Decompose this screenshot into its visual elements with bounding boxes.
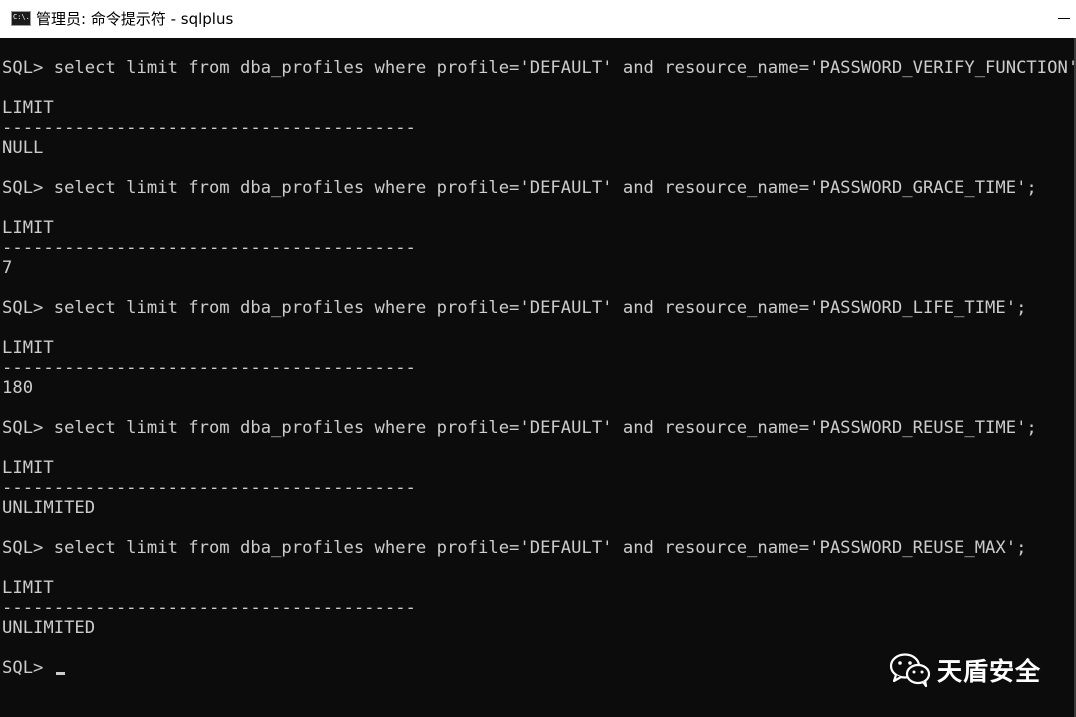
watermark: 天盾安全 (889, 650, 1041, 690)
minimize-icon (1058, 18, 1070, 19)
prompt-text: SQL> (2, 658, 54, 678)
prompt-line[interactable]: SQL> (2, 655, 65, 681)
minimize-button[interactable] (1052, 0, 1076, 38)
console-line: UNLIMITED (2, 498, 96, 518)
wechat-icon (889, 652, 931, 688)
command-prompt-icon: C:\. (11, 11, 31, 26)
console-line: UNLIMITED (2, 618, 96, 638)
console-line: ---------------------------------------- (2, 118, 416, 138)
console-line: ---------------------------------------- (2, 358, 416, 378)
console-line: SQL> select limit from dba_profiles wher… (2, 418, 1037, 438)
terminal-window: C:\. 管理员: 命令提示符 - sqlplus SQL> select li… (0, 0, 1076, 717)
console-line: 180 (2, 378, 34, 398)
console-line: SQL> select limit from dba_profiles wher… (2, 298, 1027, 318)
window-title: 管理员: 命令提示符 - sqlplus (36, 10, 234, 28)
console-line: 7 (2, 258, 13, 278)
console-line: SQL> select limit from dba_profiles wher… (2, 538, 1027, 558)
title-bar[interactable]: C:\. 管理员: 命令提示符 - sqlplus (0, 0, 1076, 38)
console-output[interactable]: SQL> select limit from dba_profiles wher… (0, 38, 1076, 717)
watermark-text: 天盾安全 (937, 657, 1042, 686)
text-cursor (55, 672, 65, 675)
console-line: SQL> select limit from dba_profiles wher… (2, 178, 1037, 198)
console-line: NULL (2, 138, 44, 158)
console-line: ---------------------------------------- (2, 238, 416, 258)
console-line: SQL> select limit from dba_profiles wher… (2, 58, 1076, 78)
